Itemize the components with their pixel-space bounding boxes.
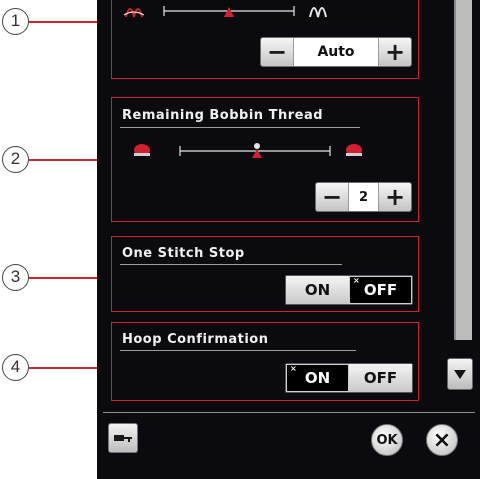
scroll-down-button[interactable] [447,358,473,390]
hoop-confirmation-underline [120,350,356,351]
one-stitch-stop-off-button[interactable]: × OFF [349,276,412,304]
bobbin-thread-group: Remaining Bobbin Thread − 2 + [111,97,419,222]
thread-tension-value: Auto [293,38,379,66]
one-stitch-stop-group: One Stitch Stop ON × OFF [111,236,419,312]
one-stitch-stop-toggle: ON × OFF [285,275,413,305]
scrollbar-track[interactable] [454,0,472,340]
callout-4: 4 [2,354,29,381]
one-stitch-stop-on-button[interactable]: ON [286,276,349,304]
bobbin-value: 2 [348,183,379,211]
selected-mark: × [290,364,297,373]
bobbin-thread-title-underline [120,127,360,128]
one-stitch-stop-off-label: OFF [363,281,398,299]
close-icon: × [432,427,452,453]
footer-separator [103,412,475,413]
thread-tension-stepper: − Auto + [260,37,412,67]
hoop-confirmation-off-label: OFF [363,369,398,387]
hoop-confirmation-on-label: ON [304,369,331,387]
one-stitch-stop-underline [120,264,342,265]
hoop-confirmation-title: Hoop Confirmation [122,332,269,347]
bobbin-minus-button[interactable]: − [316,183,348,211]
one-stitch-stop-title: One Stitch Stop [122,246,245,261]
hoop-confirmation-group: Hoop Confirmation × ON OFF [111,322,419,401]
key-icon [114,435,132,442]
callout-3: 3 [2,264,29,291]
hoop-confirmation-toggle: × ON OFF [285,363,413,393]
hoop-confirmation-off-button[interactable]: OFF [349,364,412,392]
bobbin-thread-title: Remaining Bobbin Thread [122,108,324,123]
one-stitch-stop-on-label: ON [304,281,331,299]
bobbin-stepper: − 2 + [315,182,412,212]
thread-tension-plus-button[interactable]: + [379,38,411,66]
hoop-confirmation-on-button[interactable]: × ON [286,364,349,392]
close-button[interactable]: × [426,424,458,456]
ok-button[interactable]: OK [371,424,403,456]
settings-panel: − Auto + Remaining Bobbin Thread − 2 + O… [97,0,480,479]
callout-2: 2 [2,146,29,173]
thread-tension-icon [123,6,327,18]
ok-label: OK [376,432,398,448]
scroll-down-arrow-icon [454,370,466,379]
callout-1: 1 [2,8,29,35]
thread-tension-minus-button[interactable]: − [261,38,293,66]
lock-key-button[interactable] [108,423,138,453]
selected-mark: × [353,276,360,285]
bobbin-plus-button[interactable]: + [379,183,411,211]
thread-tension-group: − Auto + [111,0,419,79]
bobbin-icon [134,143,362,158]
